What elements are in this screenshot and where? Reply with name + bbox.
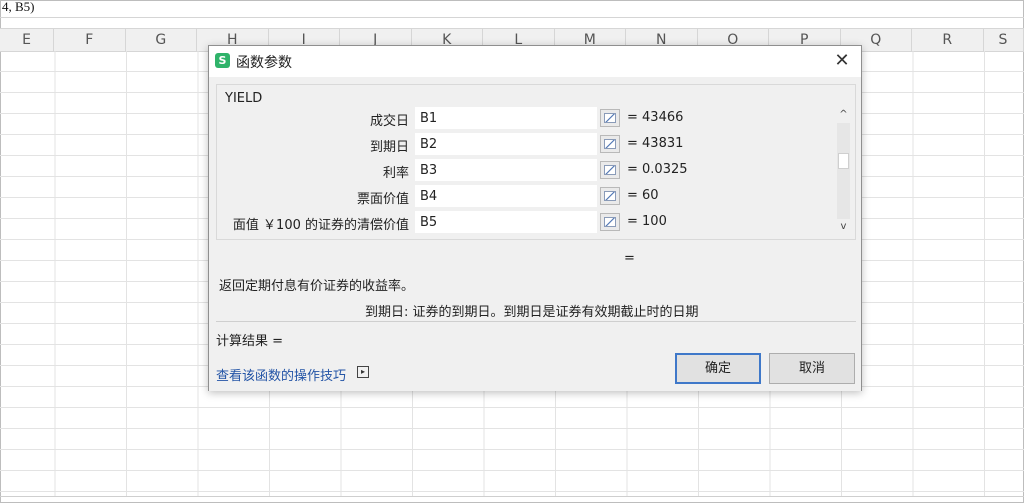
range-select-icon	[604, 217, 616, 227]
range-select-icon	[604, 191, 616, 201]
argument-row-redemption: 面值 ￥100 的证券的清偿价值 = 100	[217, 211, 857, 233]
ok-button[interactable]: 确定	[675, 353, 761, 384]
range-select-icon	[604, 139, 616, 149]
range-select-button[interactable]	[600, 161, 620, 179]
argument-value: = 100	[627, 214, 667, 229]
pr-input[interactable]	[415, 185, 597, 207]
argument-row-pr: 票面价值 = 60	[217, 185, 857, 207]
calculation-result: 计算结果 =	[216, 334, 284, 349]
column-header[interactable]: E	[0, 29, 54, 51]
close-button[interactable]: ✕	[831, 50, 853, 72]
column-header[interactable]: G	[126, 29, 197, 51]
scroll-thumb[interactable]	[838, 153, 849, 169]
formula-result-equals: =	[624, 251, 635, 266]
redemption-input[interactable]	[415, 211, 597, 233]
arguments-group: YIELD 成交日 = 43466 到期日 = 43831 利率 = 0.032…	[216, 84, 856, 240]
argument-row-settlement: 成交日 = 43466	[217, 107, 857, 129]
function-arguments-dialog: S 函数参数 ✕ YIELD 成交日 = 43466 到期日 = 43831 利…	[208, 45, 862, 391]
argument-label: 利率	[382, 166, 409, 181]
range-select-icon	[604, 165, 616, 175]
argument-label: 面值 ￥100 的证券的清偿价值	[232, 218, 409, 233]
scroll-track[interactable]	[837, 123, 850, 219]
settlement-input[interactable]	[415, 107, 597, 129]
video-tip-icon[interactable]: ▸	[357, 366, 369, 378]
function-tips-link[interactable]: 查看该函数的操作技巧	[216, 365, 346, 384]
formula-bar-divider	[0, 17, 1024, 18]
function-name: YIELD	[225, 91, 263, 106]
scroll-up-arrow-icon[interactable]: ^	[836, 108, 851, 122]
range-select-button[interactable]	[600, 187, 620, 205]
cancel-button[interactable]: 取消	[769, 353, 855, 384]
column-header[interactable]: F	[54, 29, 126, 51]
range-select-button[interactable]	[600, 135, 620, 153]
arguments-scrollbar[interactable]: ^ v	[836, 108, 851, 234]
app-logo-icon: S	[215, 53, 230, 68]
argument-label: 到期日	[369, 140, 409, 155]
column-header[interactable]: S	[984, 29, 1024, 51]
divider	[216, 321, 856, 322]
maturity-input[interactable]	[415, 133, 597, 155]
formula-bar-text: 4, B5)	[2, 0, 35, 14]
dialog-title-bar[interactable]: S 函数参数 ✕	[209, 46, 861, 76]
range-select-button[interactable]	[600, 109, 620, 127]
column-header[interactable]: R	[912, 29, 984, 51]
rate-input[interactable]	[415, 159, 597, 181]
argument-row-rate: 利率 = 0.0325	[217, 159, 857, 181]
argument-value: = 43831	[627, 136, 684, 151]
argument-description: 到期日: 证券的到期日。到期日是证券有效期截止时的日期	[365, 305, 699, 320]
scroll-down-arrow-icon[interactable]: v	[836, 220, 851, 234]
argument-row-maturity: 到期日 = 43831	[217, 133, 857, 155]
dialog-body: YIELD 成交日 = 43466 到期日 = 43831 利率 = 0.032…	[209, 77, 861, 391]
range-select-icon	[604, 113, 616, 123]
argument-label: 成交日	[369, 114, 409, 129]
dialog-title: 函数参数	[236, 55, 292, 71]
argument-value: = 60	[627, 188, 659, 203]
function-description: 返回定期付息有价证券的收益率。	[219, 279, 415, 294]
argument-value: = 43466	[627, 110, 684, 125]
range-select-button[interactable]	[600, 213, 620, 231]
argument-value: = 0.0325	[627, 162, 688, 177]
argument-label: 票面价值	[356, 192, 409, 207]
grid-bottom-border	[0, 496, 1024, 497]
